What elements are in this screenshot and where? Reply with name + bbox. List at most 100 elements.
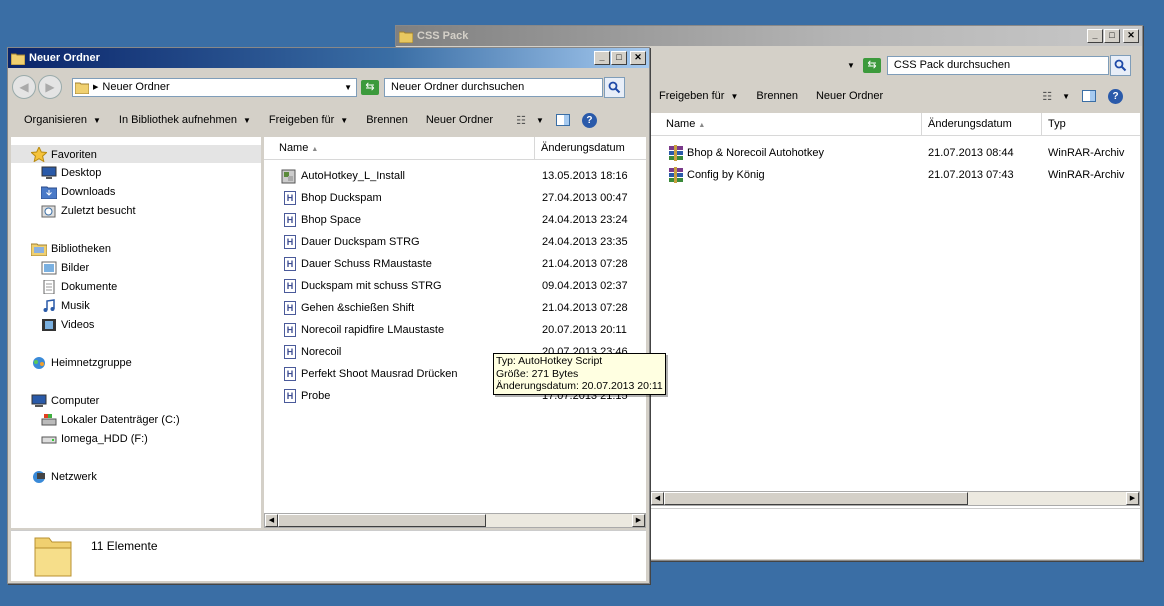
share-menu-button[interactable]: Freigeben für ▼ bbox=[650, 90, 747, 102]
search-input[interactable]: Neuer Ordner durchsuchen bbox=[384, 77, 603, 97]
table-row[interactable]: Config by König 21.07.2013 07:43 WinRAR-… bbox=[650, 164, 1140, 186]
nav-item-recent[interactable]: Zuletzt besucht bbox=[41, 204, 136, 218]
nav-item-favorites[interactable]: Favoriten bbox=[31, 147, 97, 162]
table-row[interactable]: H Dauer Schuss RMaustaste 21.04.2013 07:… bbox=[264, 253, 646, 275]
preview-pane-icon[interactable] bbox=[555, 114, 570, 126]
view-options-icon[interactable]: ☷ bbox=[1042, 90, 1052, 103]
scroll-right-button[interactable]: ▶ bbox=[632, 514, 645, 527]
nav-item-downloads[interactable]: Downloads bbox=[41, 185, 115, 199]
burn-button[interactable]: Brennen bbox=[747, 90, 807, 102]
help-icon[interactable]: ? bbox=[1108, 88, 1124, 104]
nav-item-drive-f[interactable]: Iomega_HDD (F:) bbox=[41, 432, 148, 446]
nav-label: Downloads bbox=[61, 186, 116, 198]
file-name: Gehen &schießen Shift bbox=[301, 302, 415, 314]
view-options-icon[interactable]: ☷ bbox=[516, 114, 526, 127]
command-bar: Freigeben für ▼ Brennen Neuer Ordner ☷ ▼ … bbox=[650, 83, 1140, 109]
file-info-tooltip: Typ: AutoHotkey Script Größe: 271 Bytes … bbox=[493, 353, 666, 395]
refresh-button[interactable]: ⇆ bbox=[361, 79, 379, 95]
nav-item-desktop[interactable]: Desktop bbox=[41, 166, 101, 180]
tooltip-modified: Änderungsdatum: 20.07.2013 20:11 bbox=[496, 380, 663, 392]
history-dropdown-icon[interactable]: ▼ bbox=[847, 61, 855, 70]
scroll-right-button[interactable]: ▶ bbox=[1126, 492, 1139, 505]
ahk-script-icon: H bbox=[284, 191, 296, 205]
table-row[interactable]: H Dauer Duckspam STRG 24.04.2013 23:35 bbox=[264, 231, 646, 253]
column-header-date[interactable]: Änderungsdatum bbox=[922, 113, 1042, 135]
close-button[interactable]: ✕ bbox=[630, 51, 646, 65]
chevron-down-icon[interactable]: ▼ bbox=[536, 116, 544, 125]
table-row[interactable]: Bhop & Norecoil Autohotkey 21.07.2013 08… bbox=[650, 142, 1140, 164]
table-row[interactable]: H Gehen &schießen Shift 21.04.2013 07:28 bbox=[264, 297, 646, 319]
file-name: Dauer Duckspam STRG bbox=[301, 236, 420, 248]
title-bar[interactable]: CSS Pack _ □ ✕ bbox=[396, 26, 1142, 46]
new-folder-button[interactable]: Neuer Ordner bbox=[417, 114, 502, 126]
chevron-down-icon[interactable]: ▼ bbox=[344, 83, 352, 92]
videos-film-icon bbox=[42, 319, 56, 331]
scroll-thumb[interactable] bbox=[664, 492, 968, 505]
column-header-date[interactable]: Änderungsdatum bbox=[535, 137, 646, 159]
minimize-button[interactable]: _ bbox=[594, 51, 610, 65]
maximize-button[interactable]: □ bbox=[1104, 29, 1120, 43]
sort-asc-icon: ▲ bbox=[698, 122, 706, 129]
library-label: In Bibliothek aufnehmen bbox=[118, 114, 237, 126]
burn-button[interactable]: Brennen bbox=[357, 114, 417, 126]
pictures-icon bbox=[41, 261, 57, 275]
table-row[interactable]: H Bhop Space 24.04.2013 23:24 bbox=[264, 209, 646, 231]
column-header-type[interactable]: Typ bbox=[1042, 113, 1140, 135]
nav-label: Videos bbox=[61, 319, 95, 331]
nav-item-pictures[interactable]: Bilder bbox=[41, 261, 89, 275]
table-row[interactable]: H Norecoil rapidfire LMaustaste 20.07.20… bbox=[264, 319, 646, 341]
minimize-button[interactable]: _ bbox=[1087, 29, 1103, 43]
nav-item-drive-c[interactable]: Lokaler Datenträger (C:) bbox=[41, 413, 180, 427]
network-icon bbox=[33, 471, 45, 483]
scroll-left-button[interactable]: ◀ bbox=[265, 514, 278, 527]
breadcrumb[interactable]: Neuer Ordner bbox=[102, 81, 344, 93]
breadcrumb-chevron-icon[interactable]: ▶ bbox=[93, 83, 98, 91]
downloads-folder-icon bbox=[41, 186, 57, 199]
maximize-button[interactable]: □ bbox=[611, 51, 627, 65]
nav-label: Musik bbox=[61, 300, 90, 312]
table-row[interactable]: H Duckspam mit schuss STRG 09.04.2013 02… bbox=[264, 275, 646, 297]
nav-item-computer[interactable]: Computer bbox=[31, 394, 99, 408]
column-header-name[interactable]: Name ▲ bbox=[650, 113, 922, 135]
nav-item-libraries[interactable]: Bibliotheken bbox=[31, 242, 111, 256]
file-name: AutoHotkey_L_Install bbox=[301, 170, 405, 182]
nav-item-videos[interactable]: Videos bbox=[41, 318, 94, 332]
nav-item-documents[interactable]: Dokumente bbox=[41, 280, 117, 294]
search-button[interactable] bbox=[604, 76, 625, 98]
table-row[interactable]: H Bhop Duckspam 27.04.2013 00:47 bbox=[264, 187, 646, 209]
search-input[interactable]: CSS Pack durchsuchen bbox=[886, 55, 1109, 75]
new-folder-button[interactable]: Neuer Ordner bbox=[807, 90, 892, 102]
help-icon[interactable]: ? bbox=[581, 112, 597, 128]
title-bar[interactable]: Neuer Ordner _ □ ✕ bbox=[8, 48, 649, 68]
nav-item-network[interactable]: Netzwerk bbox=[31, 470, 97, 484]
column-header-name[interactable]: Name ▲ bbox=[264, 137, 535, 159]
organize-menu-button[interactable]: Organisieren ▼ bbox=[15, 114, 110, 126]
column-headers: Name ▲ Änderungsdatum bbox=[264, 137, 646, 160]
neuer-ordner-window[interactable]: Neuer Ordner _ □ ✕ ◀ ▶ ▶ Neuer Ordner ▼ … bbox=[7, 47, 650, 584]
chevron-down-icon[interactable]: ▼ bbox=[1062, 92, 1070, 101]
nav-item-music[interactable]: Musik bbox=[41, 299, 90, 313]
close-button[interactable]: ✕ bbox=[1123, 29, 1139, 43]
share-menu-button[interactable]: Freigeben für ▼ bbox=[260, 114, 357, 126]
ahk-script-icon: H bbox=[284, 323, 296, 337]
address-bar[interactable]: ▶ Neuer Ordner ▼ bbox=[72, 77, 357, 97]
file-date: 24.04.2013 23:35 bbox=[542, 236, 628, 248]
nav-label: Computer bbox=[51, 395, 100, 407]
search-button[interactable] bbox=[1109, 54, 1131, 76]
table-row[interactable]: AutoHotkey_L_Install 13.05.2013 18:16 bbox=[264, 165, 646, 187]
refresh-button[interactable]: ⇆ bbox=[862, 57, 881, 73]
back-button[interactable]: ◀ bbox=[12, 75, 36, 99]
item-count: 11 Elemente bbox=[91, 539, 158, 553]
nav-item-homegroup[interactable]: Heimnetzgruppe bbox=[31, 356, 132, 370]
preview-pane-icon[interactable] bbox=[1082, 90, 1097, 102]
horizontal-scrollbar[interactable]: ◀ ▶ bbox=[264, 513, 646, 528]
scroll-thumb[interactable] bbox=[278, 514, 486, 527]
scroll-left-button[interactable]: ◀ bbox=[651, 492, 664, 505]
file-date: 27.04.2013 00:47 bbox=[542, 192, 628, 204]
forward-button[interactable]: ▶ bbox=[38, 75, 62, 99]
file-list: Name ▲ Änderungsdatum AutoHotkey_L_Insta… bbox=[264, 137, 646, 528]
library-menu-button[interactable]: In Bibliothek aufnehmen ▼ bbox=[110, 114, 260, 126]
horizontal-scrollbar[interactable]: ◀ ▶ bbox=[650, 491, 1140, 506]
nav-label: Iomega_HDD (F:) bbox=[61, 433, 148, 445]
file-type: WinRAR-Archiv bbox=[1048, 169, 1125, 181]
